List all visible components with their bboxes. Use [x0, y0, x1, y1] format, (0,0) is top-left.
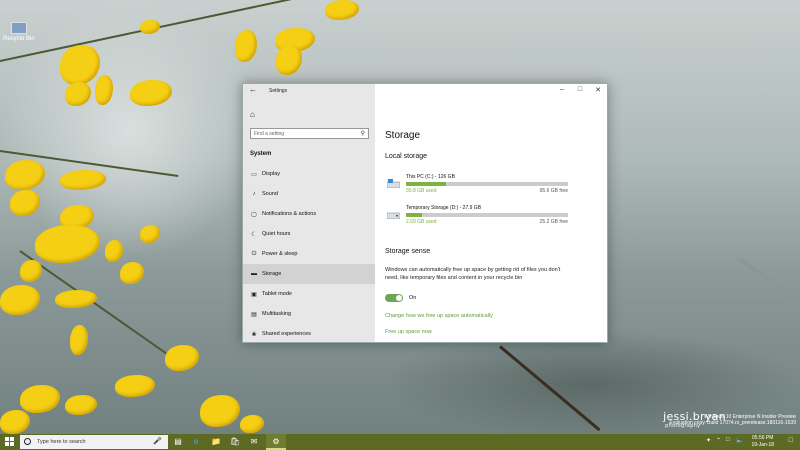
taskbar-search-box[interactable]: Type here to search 🎤 [20, 435, 168, 449]
volume-icon[interactable]: 🔈 [736, 437, 743, 444]
toggle-state-label: On [409, 295, 417, 301]
drive-d-name: Temporary Storage (D:) - 27.9 GB [406, 205, 482, 211]
drive-d-used: 2.69 GB used [406, 219, 437, 225]
sidebar-item-icon: ▢ [251, 211, 257, 218]
sidebar-item-quiet-hours[interactable]: ☾ Quiet hours [243, 224, 375, 244]
action-center-icon[interactable]: □ [789, 437, 793, 444]
sidebar-item-multitasking[interactable]: ▤ Multitasking [243, 304, 375, 324]
sidebar-item-tablet-mode[interactable]: ▣ Tablet mode [243, 284, 375, 304]
sidebar-item-icon: ❀ [251, 331, 257, 338]
task-view-icon[interactable]: ▤ [172, 436, 184, 448]
sidebar-item-sound[interactable]: ♪ Sound [243, 184, 375, 204]
sidebar-item-shared-experiences[interactable]: ❀ Shared experiences [243, 324, 375, 344]
sidebar-item-icon: ♪ [252, 191, 256, 197]
sidebar-item-label: Multitasking [262, 311, 292, 317]
recycle-bin-icon[interactable]: Recycle Bin [3, 22, 35, 42]
drive-c-name: This PC (C:) - 126 GB [406, 174, 455, 180]
section-heading: System [250, 151, 272, 157]
drive-c-free: 95.6 GB free [539, 188, 568, 194]
settings-taskbar-button[interactable]: ⚙ [266, 434, 286, 450]
clock-date: 19-Jan-18 [751, 442, 774, 448]
drive-d-usage-bar [406, 213, 568, 217]
drive-c[interactable]: This PC (C:) - 126 GB 30.8 GB used 95.6 … [385, 174, 575, 200]
local-storage-heading: Local storage [385, 153, 428, 160]
start-button[interactable] [5, 437, 15, 447]
sidebar-item-icon: ▭ [251, 171, 257, 178]
taskbar-clock[interactable]: 05:56 PM 19-Jan-18 [751, 435, 774, 449]
find-setting-search-box[interactable]: Find a setting ⚲ [250, 128, 369, 139]
sidebar-item-label: Storage [262, 271, 282, 277]
sidebar-item-label: Display [262, 171, 281, 177]
taskbar: Type here to search 🎤 ▤ e 📁 🛍 ✉ ⚙ ✦ ⌃ □ … [0, 434, 800, 450]
search-placeholder: Find a setting [254, 131, 285, 137]
drive-c-used: 30.8 GB used [406, 188, 437, 194]
sidebar-item-label: Shared experiences [262, 331, 311, 337]
sidebar-item-notifications-actions[interactable]: ▢ Notifications & actions [243, 204, 375, 224]
home-icon[interactable]: ⌂ [250, 110, 255, 119]
recycle-bin-glyph-icon [10, 22, 27, 34]
store-icon[interactable]: 🛍 [229, 436, 241, 448]
sidebar-item-icon: ▣ [251, 291, 257, 298]
evaluation-notice: Windows 10 Enterprise N Insider Preview … [669, 414, 796, 426]
drive-c-usage-bar [406, 182, 568, 186]
change-free-space-link[interactable]: Change how we free up space automaticall… [385, 313, 493, 319]
storage-sense-toggle[interactable] [385, 294, 403, 302]
storage-sense-description: Windows can automatically free up space … [385, 267, 561, 281]
sidebar-nav: ▭ Display ♪ Sound ▢ Notifications & actions ☾ Q… [243, 164, 375, 344]
sidebar-item-icon: ⏻ [251, 250, 257, 257]
page-title: Storage [385, 130, 421, 141]
settings-sidebar: ⌂ Find a setting ⚲ System ▭ Display ♪ Sound… [243, 84, 375, 342]
chevron-up-icon[interactable]: ⌃ [716, 437, 721, 444]
file-explorer-icon[interactable]: 📁 [210, 436, 222, 448]
cortana-icon [24, 438, 31, 445]
sidebar-item-power-sleep[interactable]: ⏻ Power & sleep [243, 244, 375, 264]
eval-line-2: Evaluation copy. Build 17074.rs_prerelea… [669, 420, 796, 426]
storage-page: Storage Local storage This PC (C:) - 126… [385, 84, 607, 342]
sidebar-item-label: Sound [262, 191, 278, 197]
taskbar-search-placeholder: Type here to search [37, 439, 86, 445]
window-title: Settings [269, 88, 288, 94]
microphone-icon[interactable]: 🎤 [153, 437, 162, 445]
recycle-bin-label: Recycle Bin [3, 36, 35, 42]
mail-icon[interactable]: ✉ [248, 436, 260, 448]
drive-d[interactable]: Temporary Storage (D:) - 27.9 GB 2.69 GB… [385, 205, 575, 231]
edge-browser-icon[interactable]: e [190, 436, 202, 448]
drive-icon [387, 212, 400, 219]
drive-d-free: 25.2 GB free [539, 219, 568, 225]
back-arrow-icon[interactable]: ← [249, 85, 257, 94]
storage-sense-heading: Storage sense [385, 248, 431, 255]
sidebar-item-icon: ▬ [251, 271, 257, 277]
windows-drive-icon [387, 179, 400, 188]
sidebar-item-icon: ▤ [251, 311, 257, 318]
settings-window: ⌂ Find a setting ⚲ System ▭ Display ♪ Sound… [242, 83, 608, 343]
sidebar-item-label: Power & sleep [262, 251, 298, 257]
settings-gear-icon: ⚙ [272, 437, 280, 446]
sidebar-item-storage[interactable]: ▬ Storage [243, 264, 375, 284]
sidebar-item-label: Notifications & actions [262, 211, 317, 217]
search-icon: ⚲ [360, 131, 365, 137]
people-icon[interactable]: ✦ [706, 437, 711, 444]
sidebar-item-display[interactable]: ▭ Display [243, 164, 375, 184]
network-icon[interactable]: □ [726, 437, 730, 443]
sidebar-item-label: Quiet hours [262, 231, 291, 237]
free-up-space-now-link[interactable]: Free up space now [385, 329, 432, 335]
clock-time: 05:56 PM [752, 435, 774, 441]
sidebar-item-icon: ☾ [251, 231, 257, 238]
sidebar-item-label: Tablet mode [262, 291, 292, 297]
